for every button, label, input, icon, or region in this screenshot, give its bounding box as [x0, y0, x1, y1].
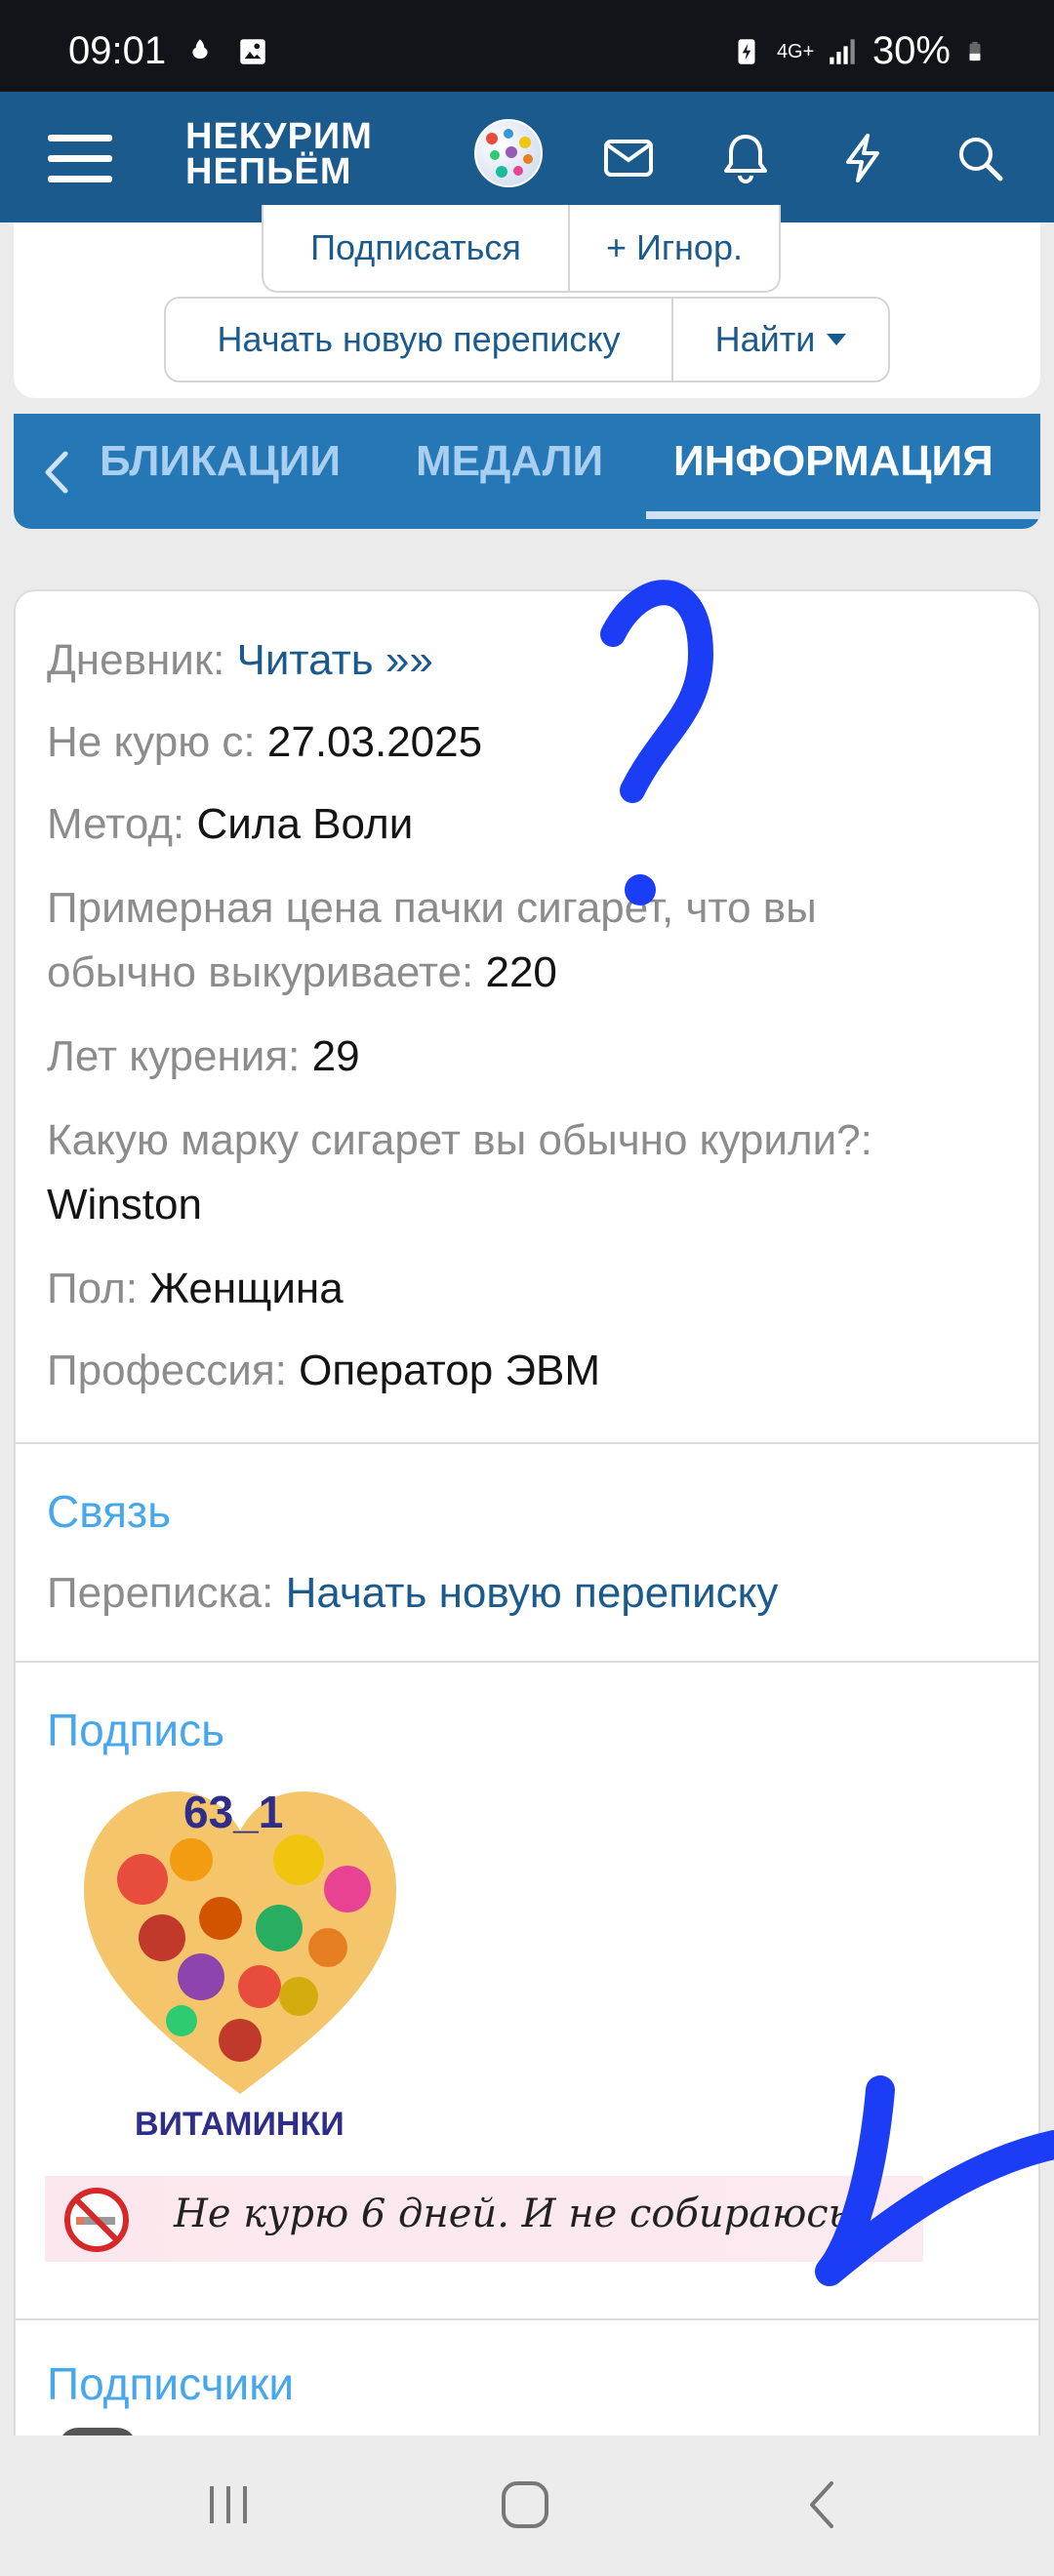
tab-publications[interactable]: БЛИКАЦИИ	[100, 437, 341, 515]
signature-image-caption: ВИТАМИНКИ	[135, 2106, 345, 2143]
battery-percent: 30%	[872, 29, 951, 72]
find-button[interactable]: Найти	[671, 297, 890, 382]
notification-icon	[192, 39, 208, 60]
battery-icon	[969, 41, 981, 60]
search-icon[interactable]	[943, 121, 1017, 195]
active-tab-indicator	[646, 511, 1040, 519]
smoking-years-row: Лет курения: 29	[47, 1032, 360, 1080]
divider	[16, 2318, 1040, 2320]
pack-price-row: Примерная цена пачки сигарет, что вы обы…	[47, 884, 817, 996]
system-navigation-bar	[0, 2435, 1054, 2576]
divider	[16, 1661, 1040, 1663]
tab-information[interactable]: ИНФОРМАЦИЯ	[673, 437, 993, 515]
chevron-down-icon	[827, 334, 847, 345]
user-avatar[interactable]	[474, 119, 543, 187]
subscribe-button[interactable]: Подписаться	[262, 205, 570, 293]
mail-icon[interactable]	[591, 121, 666, 195]
signature-section-title: Подпись	[47, 1705, 225, 1755]
site-logo[interactable]: НЕКУРИМ НЕПЬЁМ	[185, 118, 373, 190]
method-row: Метод: Сила Воли	[47, 800, 414, 848]
battery-saver-icon	[738, 38, 755, 64]
conversation-row: Переписка: Начать новую переписку	[47, 1569, 779, 1617]
no-smoking-icon	[64, 2188, 129, 2252]
lightning-icon[interactable]	[826, 121, 900, 195]
bell-icon[interactable]	[709, 121, 783, 195]
tabs-prev-arrow-icon[interactable]	[27, 443, 86, 502]
find-button-label: Найти	[714, 319, 816, 359]
back-icon[interactable]	[783, 2471, 861, 2539]
ignore-button[interactable]: + Игнор.	[568, 205, 781, 293]
signal-icon	[830, 38, 855, 64]
status-right: 4G+ 30%	[730, 29, 986, 73]
status-time: 09:01	[68, 29, 167, 72]
divider	[16, 1442, 1040, 1444]
signature-banner: Не курю 6 дней. И не собираюсь!	[45, 2176, 923, 2262]
signature-image-number: 63_1	[183, 1787, 284, 1837]
followers-section-title: Подписчики	[47, 2358, 295, 2409]
start-conversation-link[interactable]: Начать новую переписку	[286, 1569, 779, 1617]
site-header: НЕКУРИМ НЕПЬЁМ	[0, 92, 1054, 222]
profile-info-card: Дневник: Читать »» Не курю с: 27.03.2025…	[14, 589, 1040, 2576]
menu-icon[interactable]	[43, 121, 117, 195]
profile-tabs: БЛИКАЦИИ МЕДАЛИ ИНФОРМАЦИЯ	[14, 414, 1040, 529]
diary-row: Дневник: Читать »»	[47, 636, 433, 684]
contact-section-title: Связь	[47, 1486, 172, 1537]
new-conversation-button[interactable]: Начать новую переписку	[164, 297, 673, 382]
status-notification-icons	[183, 35, 269, 68]
signature-banner-text: Не курю 6 дней. И не собираюсь!	[174, 2192, 866, 2236]
quit-date-row: Не курю с: 27.03.2025	[47, 718, 483, 766]
profession-row: Профессия: Оператор ЭВМ	[47, 1347, 601, 1394]
diary-link[interactable]: Читать »»	[237, 636, 433, 684]
recent-apps-icon[interactable]	[189, 2471, 267, 2539]
status-bar: 09:01 4G+ 30%	[0, 0, 1054, 92]
home-icon[interactable]	[486, 2471, 564, 2539]
tab-medals[interactable]: МЕДАЛИ	[416, 437, 603, 515]
image-icon	[240, 39, 265, 64]
network-type: 4G+	[776, 40, 815, 62]
cigarette-brand-row: Какую марку сигарет вы обычно курили?: W…	[47, 1116, 872, 1228]
gender-row: Пол: Женщина	[47, 1265, 344, 1312]
